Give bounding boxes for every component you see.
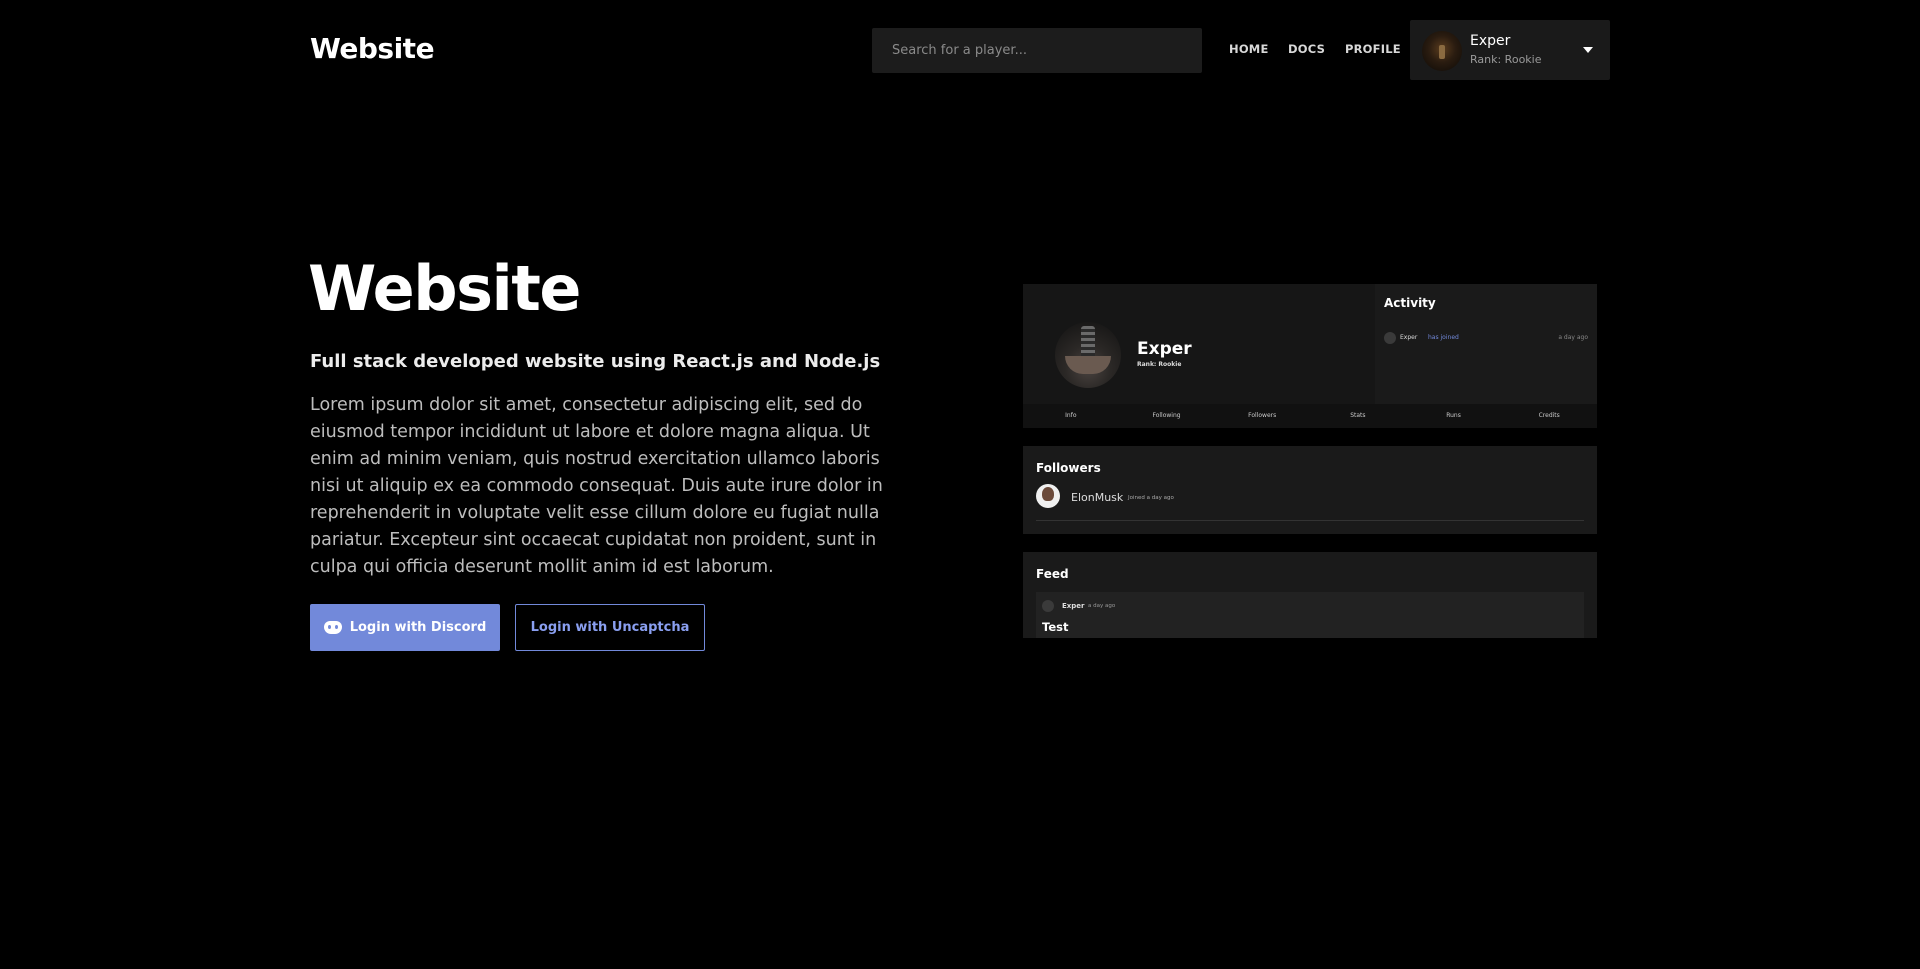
- hero-title: Website: [308, 252, 581, 325]
- player-search-input[interactable]: [872, 28, 1202, 73]
- login-uncaptcha-button[interactable]: Login with Uncaptcha: [515, 604, 705, 651]
- preview-feed-title: Feed: [1036, 567, 1069, 581]
- preview-tab-followers[interactable]: Followers: [1214, 404, 1310, 428]
- preview-follower-avatar: [1036, 484, 1060, 508]
- divider: [1036, 520, 1584, 521]
- navbar: Website HOME DOCS PROFILE Exper Rank: Ro…: [0, 0, 1920, 100]
- nav-link-docs[interactable]: DOCS: [1288, 42, 1325, 56]
- discord-icon: [323, 621, 342, 634]
- preview-tab-following[interactable]: Following: [1119, 404, 1215, 428]
- brand-logo[interactable]: Website: [310, 32, 435, 65]
- preview-feed-card: Feed Exper a day ago Test: [1023, 552, 1597, 638]
- preview-profile-name: Exper: [1137, 339, 1192, 359]
- login-discord-label: Login with Discord: [349, 620, 487, 635]
- preview-activity-item: Exper has joined a day ago: [1384, 332, 1588, 344]
- preview-activity-action: has joined: [1428, 334, 1459, 341]
- user-avatar: [1422, 31, 1462, 71]
- preview-feed-post-title: Test: [1042, 620, 1069, 634]
- preview-tab-runs[interactable]: Runs: [1406, 404, 1502, 428]
- preview-tab-info[interactable]: Info: [1023, 404, 1119, 428]
- preview-feed-post: Exper a day ago Test: [1036, 592, 1584, 638]
- preview-profile-header: Exper Rank: Rookie: [1023, 284, 1375, 404]
- preview-profile-card: Exper Rank: Rookie Activity Exper has jo…: [1023, 284, 1597, 428]
- preview-follower-time: Joined a day ago: [1128, 495, 1174, 501]
- preview-profile-rank: Rank: Rookie: [1137, 361, 1182, 368]
- preview-profile-tabs: Info Following Followers Stats Runs Cred…: [1023, 404, 1597, 428]
- preview-followers-card: Followers ElonMusk Joined a day ago: [1023, 446, 1597, 534]
- chevron-down-icon[interactable]: [1583, 47, 1593, 53]
- preview-tab-credits[interactable]: Credits: [1501, 404, 1597, 428]
- preview-feed-time: a day ago: [1088, 603, 1116, 609]
- preview-followers-title: Followers: [1036, 461, 1101, 475]
- user-rank: Rank: Rookie: [1470, 53, 1542, 66]
- preview-follower-name: ElonMusk: [1071, 491, 1124, 504]
- nav-link-profile[interactable]: PROFILE: [1345, 42, 1401, 56]
- preview-tab-stats[interactable]: Stats: [1310, 404, 1406, 428]
- preview-profile-avatar: [1055, 322, 1121, 388]
- preview-activity-time: a day ago: [1558, 334, 1588, 341]
- preview-feed-avatar: [1042, 600, 1054, 612]
- login-discord-button[interactable]: Login with Discord: [310, 604, 500, 651]
- user-name: Exper: [1470, 33, 1511, 49]
- nav-link-home[interactable]: HOME: [1229, 42, 1269, 56]
- preview-activity-user: Exper: [1400, 334, 1418, 341]
- hero-description: Lorem ipsum dolor sit amet, consectetur …: [310, 395, 883, 577]
- hero-subtitle: Full stack developed website using React…: [310, 351, 881, 372]
- preview-activity-avatar: [1384, 332, 1396, 344]
- user-menu[interactable]: Exper Rank: Rookie: [1410, 20, 1610, 80]
- preview-activity-panel: Activity Exper has joined a day ago: [1375, 284, 1597, 404]
- preview-activity-title: Activity: [1384, 296, 1436, 310]
- preview-feed-user: Exper: [1062, 602, 1085, 610]
